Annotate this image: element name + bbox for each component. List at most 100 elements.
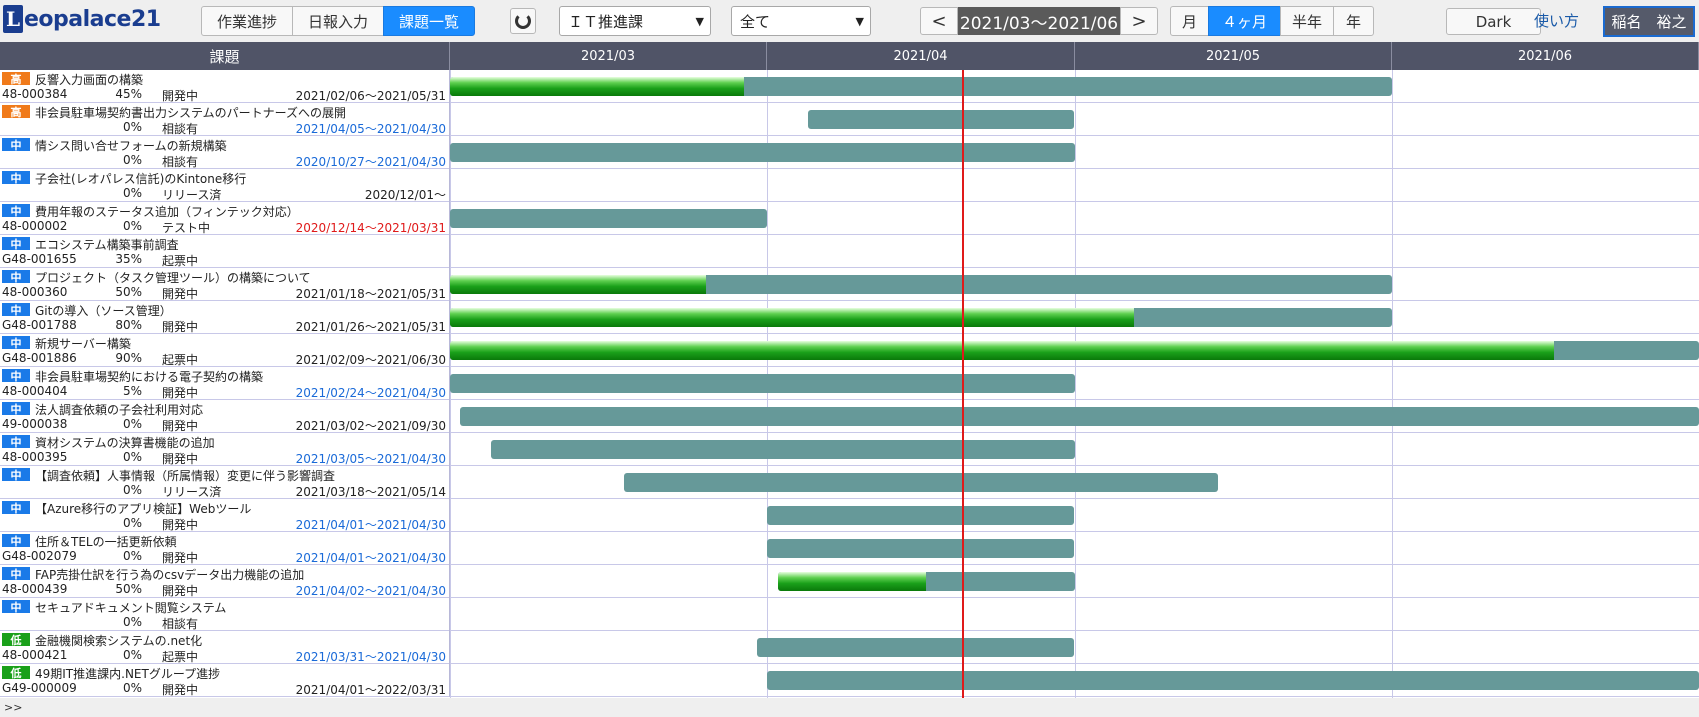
task-row[interactable]: 中法人調査依頼の子会社利用対応 49-000038 0% 開発中 2021/03/02～… xyxy=(0,400,1699,433)
task-bar[interactable] xyxy=(808,110,1074,129)
span-year[interactable]: 年 xyxy=(1333,6,1375,36)
reload-icon xyxy=(515,13,531,29)
priority-badge: 中 xyxy=(2,270,30,284)
task-bar[interactable] xyxy=(767,671,1699,690)
expand-toggle[interactable]: >> xyxy=(4,701,22,714)
task-bar[interactable] xyxy=(767,539,1074,558)
task-row[interactable]: 中【Azure移行のアプリ検証】Webツール 0% 開発中 2021/04/01～20… xyxy=(0,499,1699,532)
task-code: G48-002079 xyxy=(2,549,77,563)
task-info[interactable]: 中住所＆TELの一括更新依頼 G48-002079 0% 開発中 2021/04/01～… xyxy=(0,532,450,565)
task-progress: 0% xyxy=(122,483,142,497)
task-title: プロジェクト（タスク管理ツール）の構築について xyxy=(35,271,311,285)
task-progress: 90% xyxy=(115,351,142,365)
task-title: 非会員駐車場契約における電子契約の構築 xyxy=(35,370,264,384)
task-status: 開発中 xyxy=(162,386,199,400)
dark-mode-button[interactable]: Dark xyxy=(1446,8,1541,35)
task-dates: 2021/04/02～2021/04/30 xyxy=(295,584,446,598)
task-row[interactable]: 中子会社(レオパレス信託)のKintone移行 0% リリース済 2020/12/01… xyxy=(0,169,1699,202)
task-info[interactable]: 低 49期IT推進課内.NETグループ進捗 G49-000009 0% 開発中 2021/… xyxy=(0,664,450,697)
next-period-button[interactable]: > xyxy=(1120,7,1158,35)
task-row[interactable]: 中住所＆TELの一括更新依頼 G48-002079 0% 開発中 2021/04/01～… xyxy=(0,532,1699,565)
task-info[interactable]: 中新規サーバー構築 G48-001886 90% 起票中 2021/02/09～2021… xyxy=(0,334,450,367)
task-row[interactable]: 中セキュアドキュメント閲覧システム 0% 相談有 xyxy=(0,598,1699,631)
task-row[interactable]: 中費用年報のステータス追加（フィンテック対応） 48-000002 0% テスト中 20… xyxy=(0,202,1699,235)
priority-badge: 中 xyxy=(2,534,30,548)
task-bar[interactable] xyxy=(460,407,1699,426)
task-info[interactable]: 中資材システムの決算書機能の追加 48-000395 0% 開発中 2021/03/05… xyxy=(0,433,450,466)
task-row[interactable]: 中【調査依頼】人事情報（所属情報）変更に伴う影響調査 0% リリース済 2021/03… xyxy=(0,466,1699,499)
user-name[interactable]: 稲名 裕之 xyxy=(1603,6,1695,37)
today-line xyxy=(962,70,964,698)
nav-tabs: 作業進捗 日報入力 課題一覧 xyxy=(201,6,476,36)
task-row[interactable]: 中資材システムの決算書機能の追加 48-000395 0% 開発中 2021/03/05… xyxy=(0,433,1699,466)
task-info[interactable]: 高反響入力画面の構築 48-000384 45% 開発中 2021/02/06～2021… xyxy=(0,70,450,103)
span-four-months[interactable]: ４ヶ月 xyxy=(1208,6,1282,36)
task-row[interactable]: 中非会員駐車場契約における電子契約の構築 48-000404 5% 開発中 2021/0… xyxy=(0,367,1699,400)
tab-daily-report[interactable]: 日報入力 xyxy=(292,6,385,36)
task-info[interactable]: 中 FAP売掛仕訳を行う為のcsvデータ出力機能の追加 48-000439 50% 開発… xyxy=(0,565,450,598)
task-row[interactable]: 高非会員駐車場契約書出力システムのパートナーズへの展開 0% 相談有 2021/04/… xyxy=(0,103,1699,136)
task-status: 起票中 xyxy=(162,254,199,268)
task-info[interactable]: 中非会員駐車場契約における電子契約の構築 48-000404 5% 開発中 2021/0… xyxy=(0,367,450,400)
task-info[interactable]: 中エコシステム構築事前調査 G48-001655 35% 起票中 xyxy=(0,235,450,268)
task-row[interactable]: 中 Gitの導入（ソース管理） G48-001788 80% 開発中 2021/01/26… xyxy=(0,301,1699,334)
task-code: 48-000404 xyxy=(2,384,68,398)
task-info[interactable]: 中セキュアドキュメント閲覧システム 0% 相談有 xyxy=(0,598,450,631)
task-dates: 2021/04/01～2021/04/30 xyxy=(295,551,446,565)
task-row[interactable]: 中 FAP売掛仕訳を行う為のcsvデータ出力機能の追加 48-000439 50% 開発… xyxy=(0,565,1699,598)
task-row[interactable]: 中情シス問い合せフォームの新規構築 0% 相談有 2020/10/27～2021/04… xyxy=(0,136,1699,169)
span-month[interactable]: 月 xyxy=(1170,6,1210,36)
task-bar[interactable] xyxy=(757,638,1074,657)
tab-issue-list[interactable]: 課題一覧 xyxy=(383,6,476,36)
task-dates: 2020/10/27～2021/04/30 xyxy=(295,155,446,169)
task-row[interactable]: 中エコシステム構築事前調査 G48-001655 35% 起票中 xyxy=(0,235,1699,268)
tab-work-progress[interactable]: 作業進捗 xyxy=(201,6,294,36)
task-status: リリース済 xyxy=(162,188,222,202)
task-row[interactable]: 低金融機関検索システムの.net化 48-000421 0% 起票中 2021/03/3… xyxy=(0,631,1699,664)
task-status: 相談有 xyxy=(162,122,199,136)
task-bar[interactable] xyxy=(450,374,1075,393)
task-title: 金融機関検索システムの.net化 xyxy=(35,634,203,648)
priority-badge: 中 xyxy=(2,171,30,185)
task-info[interactable]: 中 Gitの導入（ソース管理） G48-001788 80% 開発中 2021/01/26… xyxy=(0,301,450,334)
task-row[interactable]: 中新規サーバー構築 G48-001886 90% 起票中 2021/02/09～2021… xyxy=(0,334,1699,367)
task-info[interactable]: 中【調査依頼】人事情報（所属情報）変更に伴う影響調査 0% リリース済 2021/03… xyxy=(0,466,450,499)
task-info[interactable]: 中法人調査依頼の子会社利用対応 49-000038 0% 開発中 2021/03/02～… xyxy=(0,400,450,433)
task-row[interactable]: 高反響入力画面の構築 48-000384 45% 開発中 2021/02/06～2021… xyxy=(0,70,1699,103)
task-progress: 45% xyxy=(115,87,142,101)
reload-button[interactable] xyxy=(510,8,536,34)
task-status: 開発中 xyxy=(162,518,199,532)
month-header: 2021/03 xyxy=(450,42,767,70)
task-info[interactable]: 中費用年報のステータス追加（フィンテック対応） 48-000002 0% テスト中 20… xyxy=(0,202,450,235)
task-bar[interactable] xyxy=(624,473,1218,492)
task-bar[interactable] xyxy=(767,506,1074,525)
task-info[interactable]: 中【Azure移行のアプリ検証】Webツール 0% 開発中 2021/04/01～20… xyxy=(0,499,450,532)
task-dates: 2021/03/31～2021/04/30 xyxy=(295,650,446,664)
task-bar[interactable] xyxy=(450,209,767,228)
period-label: 2021/03～2021/06 xyxy=(958,7,1120,35)
prev-period-button[interactable]: < xyxy=(920,7,958,35)
logo[interactable]: L eopalace21 xyxy=(3,4,161,34)
task-info[interactable]: 中子会社(レオパレス信託)のKintone移行 0% リリース済 2020/12/01… xyxy=(0,169,450,202)
help-link[interactable]: 使い方 xyxy=(1534,10,1579,31)
task-bar[interactable] xyxy=(450,143,1075,162)
filter-select[interactable]: 全て ▼ xyxy=(731,6,871,36)
task-bar[interactable] xyxy=(491,440,1075,459)
task-dates: 2021/04/05～2021/04/30 xyxy=(295,122,446,136)
priority-badge: 中 xyxy=(2,501,30,515)
task-info[interactable]: 高非会員駐車場契約書出力システムのパートナーズへの展開 0% 相談有 2021/04/… xyxy=(0,103,450,136)
task-code: G48-001788 xyxy=(2,318,77,332)
priority-badge: 中 xyxy=(2,567,30,581)
task-info[interactable]: 中プロジェクト（タスク管理ツール）の構築について 48-000360 50% 開発中 2… xyxy=(0,268,450,301)
department-select[interactable]: ＩＴ推進課 ▼ xyxy=(559,6,711,36)
task-info[interactable]: 低金融機関検索システムの.net化 48-000421 0% 起票中 2021/03/3… xyxy=(0,631,450,664)
task-dates: 2021/02/06～2021/05/31 xyxy=(295,89,446,103)
task-title: 情シス問い合せフォームの新規構築 xyxy=(35,139,227,153)
span-half-year[interactable]: 半年 xyxy=(1280,6,1335,36)
task-status: 相談有 xyxy=(162,617,199,631)
task-info[interactable]: 中情シス問い合せフォームの新規構築 0% 相談有 2020/10/27～2021/04… xyxy=(0,136,450,169)
task-progress: 0% xyxy=(122,219,142,233)
task-row[interactable]: 低 49期IT推進課内.NETグループ進捗 G49-000009 0% 開発中 2021/… xyxy=(0,664,1699,697)
task-row[interactable]: 中プロジェクト（タスク管理ツール）の構築について 48-000360 50% 開発中 2… xyxy=(0,268,1699,301)
priority-badge: 中 xyxy=(2,468,30,482)
